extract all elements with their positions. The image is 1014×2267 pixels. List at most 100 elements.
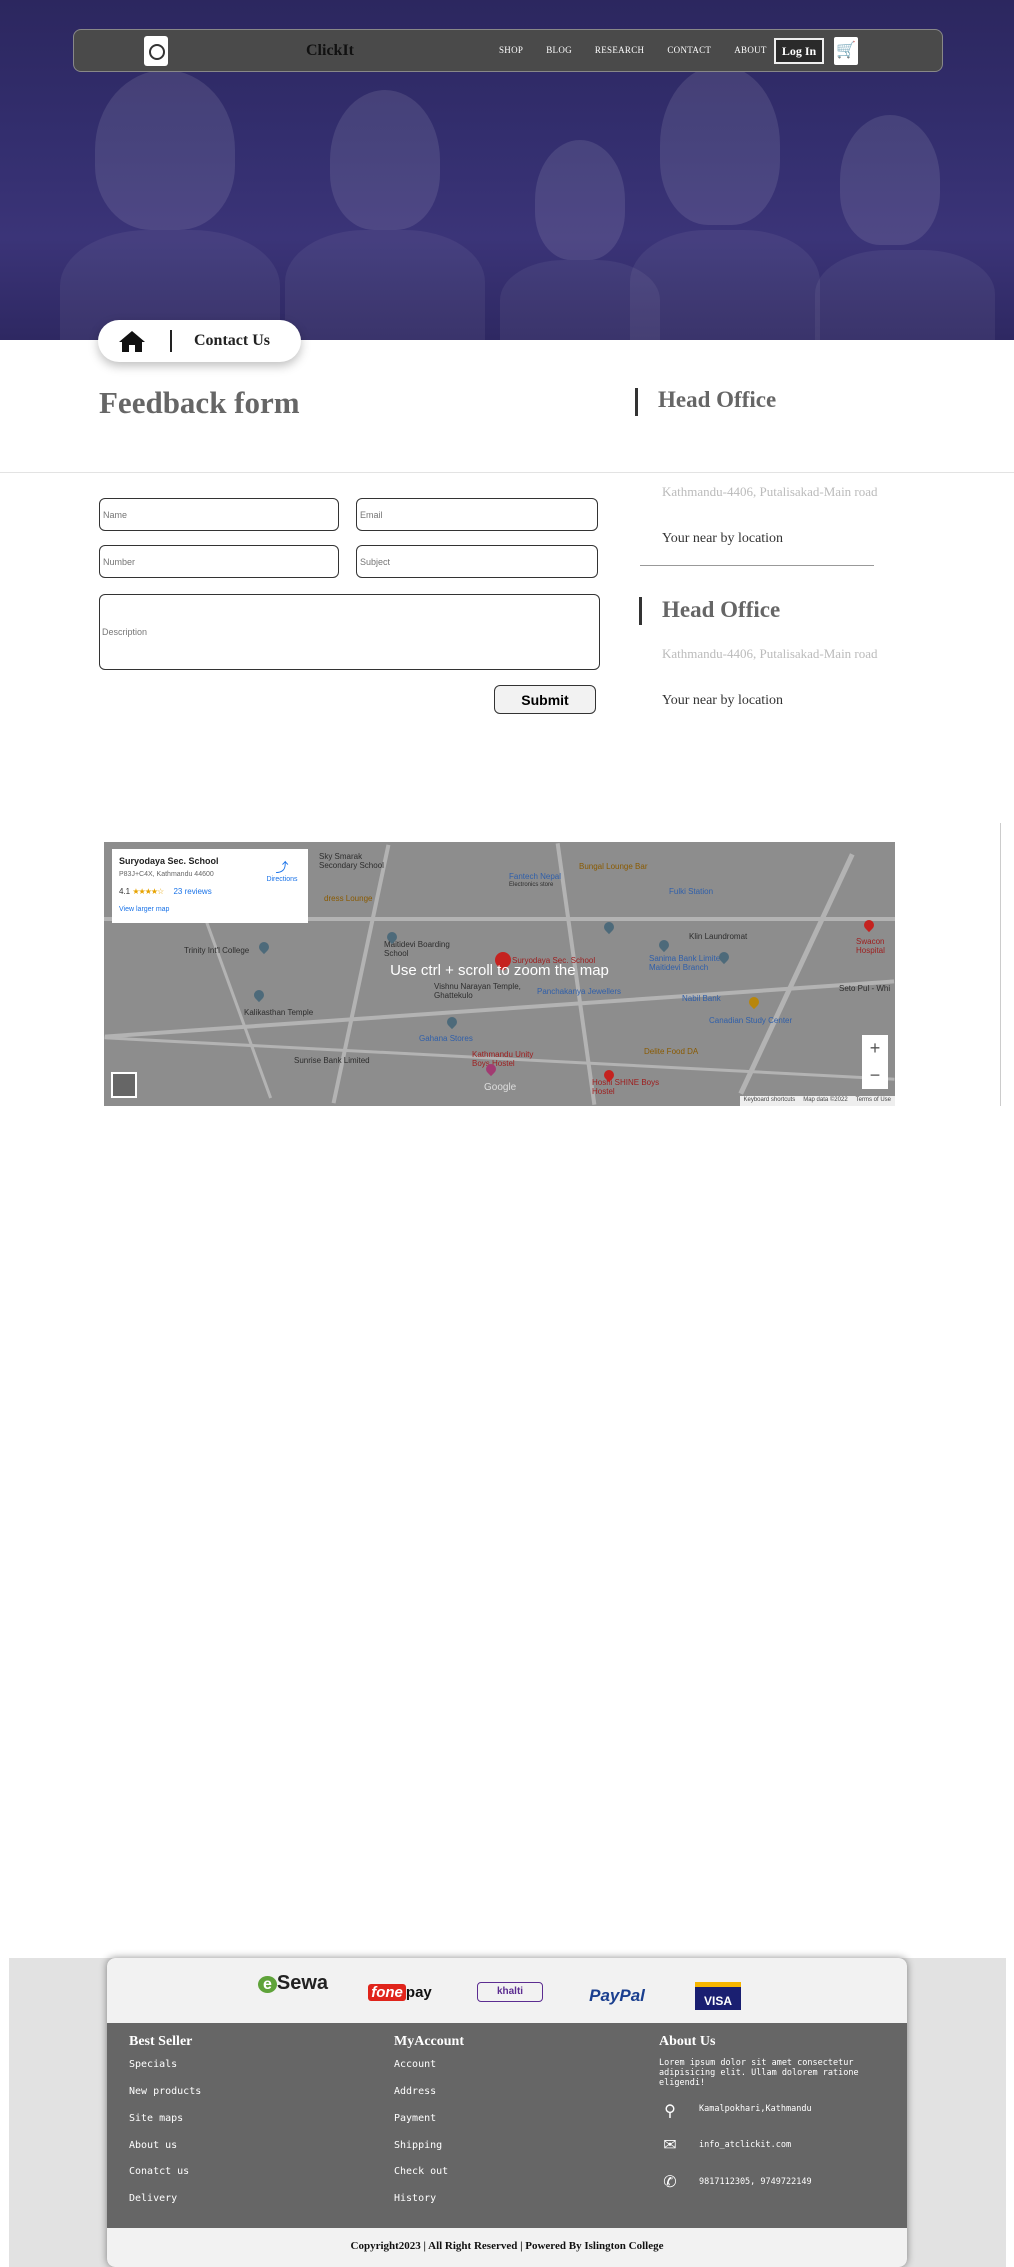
reviews-link[interactable]: 23 reviews bbox=[173, 887, 211, 896]
google-logo: Google bbox=[484, 1082, 517, 1093]
office-title: Head Office bbox=[658, 387, 777, 412]
directions-button[interactable]: ⤴ Directions bbox=[262, 857, 302, 883]
footer-link-shipping[interactable]: Shipping bbox=[394, 2140, 442, 2151]
rating-value: 4.1 bbox=[119, 887, 131, 896]
location-icon: ⚲ bbox=[664, 2103, 676, 2120]
map-label: Seto Pul - Whi bbox=[839, 984, 891, 993]
map-place-rating: 4.1 ★★★★☆ 23 reviews bbox=[119, 887, 212, 896]
mail-icon: ✉ bbox=[663, 2137, 677, 2154]
office-title: Head Office bbox=[662, 597, 781, 622]
cart-icon[interactable]: 🛒 bbox=[834, 37, 858, 65]
section-divider bbox=[0, 472, 1014, 473]
footer-address: Kamalpokhari,Kathmandu bbox=[699, 2104, 812, 2114]
map-label: dress Lounge bbox=[324, 894, 373, 903]
embedded-map[interactable]: Fantech Nepal Electronics store Fulki St… bbox=[104, 842, 895, 1106]
nav-menu: SHOP BLOG RESEARCH CONTACT ABOUT bbox=[499, 45, 767, 55]
map-poi-icon bbox=[656, 937, 672, 953]
description-textarea[interactable] bbox=[99, 594, 600, 670]
nav-research[interactable]: RESEARCH bbox=[595, 45, 644, 55]
fonepay-logo: fone pay bbox=[359, 1984, 441, 2004]
map-label: Delite Food DA bbox=[644, 1047, 699, 1056]
keyboard-shortcuts-link[interactable]: Keyboard shortcuts bbox=[744, 1097, 796, 1105]
map-zoom-control: + − bbox=[862, 1035, 888, 1089]
footer-link-site-maps[interactable]: Site maps bbox=[129, 2113, 183, 2124]
email-input[interactable] bbox=[356, 498, 598, 531]
map-poi-icon bbox=[251, 987, 267, 1003]
my-account-heading: MyAccount bbox=[394, 2034, 464, 2049]
map-label: Fulki Station bbox=[669, 887, 714, 896]
zoom-out-button[interactable]: − bbox=[862, 1062, 888, 1089]
paypal-logo: PayPal bbox=[589, 1986, 645, 2005]
visa-logo: VISA bbox=[695, 1982, 741, 2010]
page-scrollbar[interactable] bbox=[1000, 823, 1001, 1106]
map-label: Vishnu Narayan Temple, Ghattekulo bbox=[434, 982, 521, 1000]
login-button[interactable]: Log In bbox=[774, 38, 824, 64]
map-attribution: Keyboard shortcuts Map data ©2022 Terms … bbox=[739, 1096, 895, 1106]
footer-link-account[interactable]: Account bbox=[394, 2059, 436, 2070]
footer-link-specials[interactable]: Specials bbox=[129, 2059, 177, 2070]
footer-link-contact-us[interactable]: Conatct us bbox=[129, 2166, 189, 2177]
best-seller-heading: Best Seller bbox=[129, 2034, 193, 2049]
footer-link-payment[interactable]: Payment bbox=[394, 2113, 436, 2124]
breadcrumb-separator bbox=[170, 330, 172, 352]
fonepay-mark: fone bbox=[368, 1984, 406, 2001]
zoom-in-button[interactable]: + bbox=[862, 1035, 888, 1062]
footer-link-history[interactable]: History bbox=[394, 2193, 436, 2204]
breadcrumb: Contact Us bbox=[98, 320, 301, 362]
nav-blog[interactable]: BLOG bbox=[546, 45, 572, 55]
map-place-address: P83J+C4X, Kathmandu 44600 bbox=[119, 871, 214, 878]
footer-link-address[interactable]: Address bbox=[394, 2086, 436, 2097]
office-address: Kathmandu-4406, Putalisakad-Main road bbox=[662, 646, 878, 661]
esewa-wordmark: Sewa bbox=[276, 1972, 329, 1994]
map-label: Gahana Stores bbox=[419, 1034, 473, 1043]
map-poi-icon bbox=[601, 919, 617, 935]
map-label: Canadian Study Center bbox=[709, 1016, 793, 1025]
about-us-heading: About Us bbox=[659, 2034, 716, 2049]
nav-contact[interactable]: CONTACT bbox=[667, 45, 711, 55]
payment-logos: e Sewa fone pay khalti PayPal VISA bbox=[107, 1958, 907, 2023]
top-navbar: ClickIt SHOP BLOG RESEARCH CONTACT ABOUT… bbox=[73, 29, 943, 72]
nav-about[interactable]: ABOUT bbox=[734, 45, 767, 55]
rating-stars-icon: ★★★★☆ bbox=[132, 887, 164, 896]
esewa-logo: e Sewa bbox=[252, 1972, 334, 2000]
map-label: Kathmandu Unity Boys Hostel bbox=[472, 1050, 534, 1068]
map-label: Bungal Lounge Bar bbox=[579, 862, 648, 871]
map-label: Hoshi SHINE Boys Hostel bbox=[592, 1078, 660, 1096]
submit-button[interactable]: Submit bbox=[494, 685, 596, 714]
terms-link[interactable]: Terms of Use bbox=[856, 1097, 891, 1105]
footer: e Sewa fone pay khalti PayPal VISA Best Se… bbox=[107, 1958, 907, 2267]
footer-link-check-out[interactable]: Check out bbox=[394, 2166, 448, 2177]
map-poi-icon bbox=[444, 1014, 460, 1030]
office-near-location: Your near by location bbox=[662, 693, 784, 708]
footer-link-about-us[interactable]: About us bbox=[129, 2140, 177, 2151]
footer-link-new-products[interactable]: New products bbox=[129, 2086, 201, 2097]
logo-icon[interactable] bbox=[144, 36, 168, 66]
footer-link-delivery[interactable]: Delivery bbox=[129, 2193, 177, 2204]
nav-shop[interactable]: SHOP bbox=[499, 45, 523, 55]
name-input[interactable] bbox=[99, 498, 339, 531]
number-input[interactable] bbox=[99, 545, 339, 578]
map-label: Kalikasthan Temple bbox=[244, 1008, 314, 1017]
map-type-thumbnail[interactable] bbox=[111, 1072, 137, 1098]
office-accent-bar bbox=[639, 597, 642, 625]
brand-name[interactable]: ClickIt bbox=[306, 42, 354, 60]
map-label: Sky Smarak Secondary School bbox=[319, 852, 384, 870]
khalti-logo: khalti bbox=[477, 1982, 543, 2002]
directions-icon: ⤴ bbox=[275, 860, 289, 875]
about-us-text: Lorem ipsum dolor sit amet consectetur a… bbox=[659, 2058, 859, 2088]
footer-email[interactable]: info_atclickit.com bbox=[699, 2140, 791, 2150]
phone-icon: ✆ bbox=[663, 2174, 677, 2191]
copyright-text: Copyright2023 | All Right Reserved | Pow… bbox=[350, 2240, 664, 2252]
home-icon[interactable] bbox=[118, 329, 146, 353]
map-label: Swacon Hospital bbox=[856, 937, 885, 955]
map-place-card: Suryodaya Sec. School P83J+C4X, Kathmand… bbox=[112, 849, 308, 923]
map-place-name: Suryodaya Sec. School bbox=[119, 856, 219, 866]
map-label: Fantech Nepal bbox=[509, 872, 562, 881]
directions-label: Directions bbox=[266, 876, 298, 883]
copyright-bar: Copyright2023 | All Right Reserved | Pow… bbox=[107, 2228, 907, 2267]
subject-input[interactable] bbox=[356, 545, 598, 578]
description-placeholder: Description bbox=[102, 627, 148, 637]
map-label: Electronics store bbox=[509, 882, 554, 888]
view-larger-map-link[interactable]: View larger map bbox=[119, 906, 169, 913]
map-label: Panchakanya Jewellers bbox=[537, 987, 622, 996]
